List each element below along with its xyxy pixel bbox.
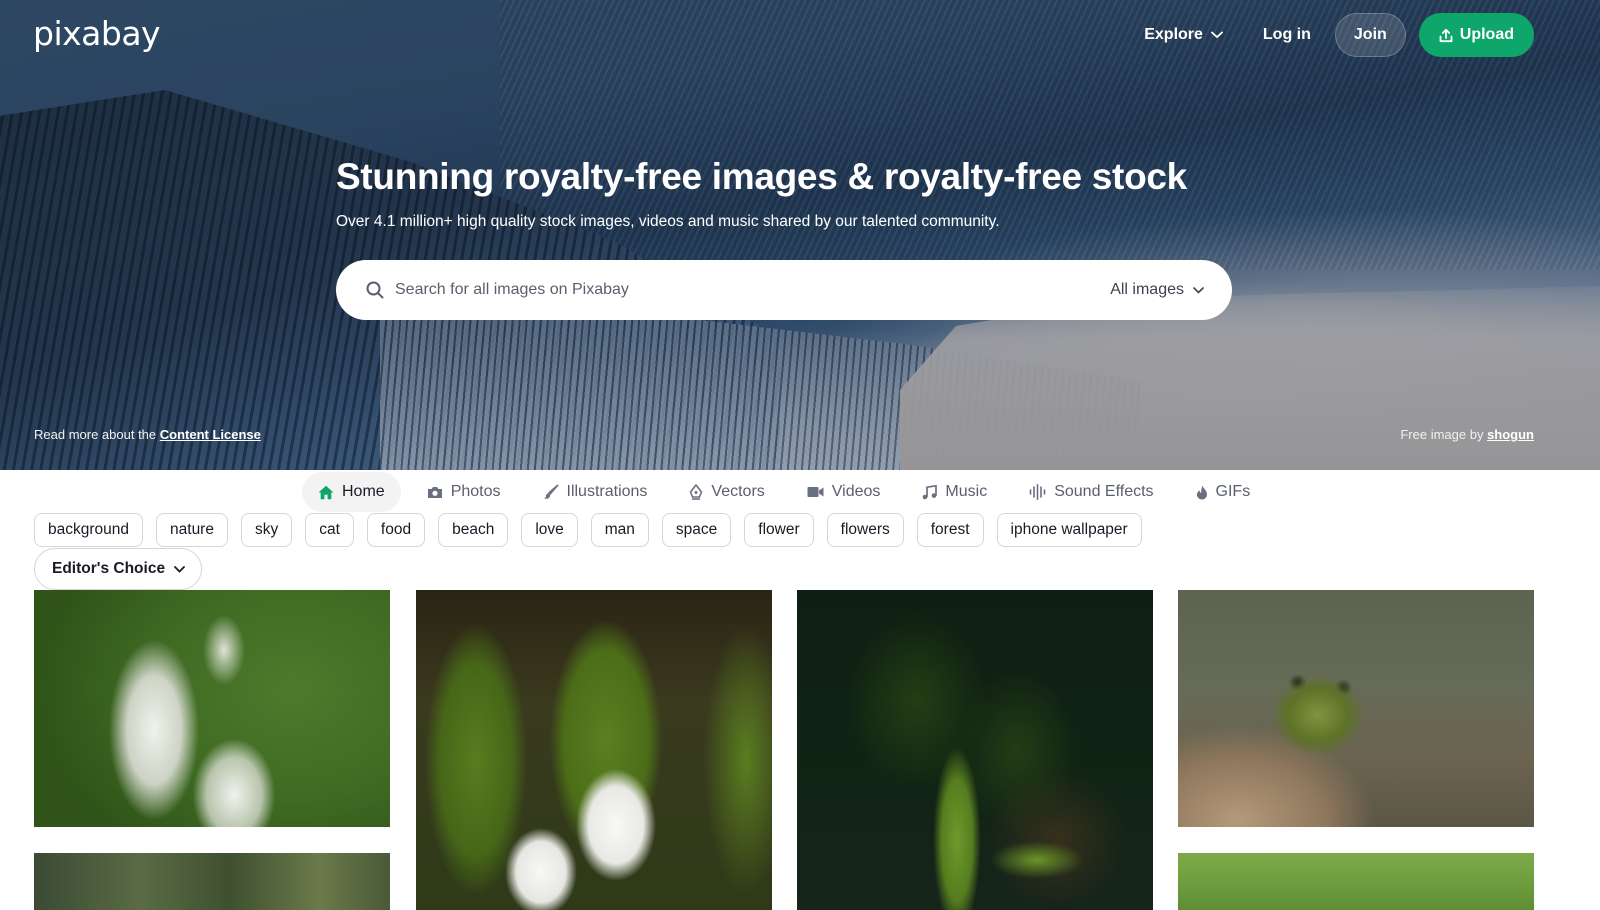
tab-vectors[interactable]: Vectors	[673, 472, 780, 512]
home-icon	[318, 485, 334, 499]
chevron-down-icon	[1193, 286, 1204, 294]
tab-label: Photos	[450, 483, 501, 500]
photo-thumbnail-forest[interactable]	[34, 853, 390, 910]
popular-tags: background nature sky cat food beach lov…	[34, 513, 1155, 547]
tab-sound-effects[interactable]: Sound Effects	[1013, 472, 1169, 512]
tag-chip[interactable]: beach	[438, 513, 509, 547]
editors-choice-dropdown[interactable]: Editor's Choice	[34, 548, 203, 590]
photo-thumbnail-green-leaf[interactable]	[797, 590, 1153, 910]
tab-label: Illustrations	[566, 483, 648, 500]
photo-thumbnail-white-flowers[interactable]	[34, 590, 390, 827]
flame-icon	[1196, 485, 1207, 499]
search-input[interactable]	[395, 281, 1111, 299]
sound-wave-icon	[1029, 484, 1046, 500]
credit-author-link[interactable]: shogun	[1487, 427, 1534, 442]
tab-illustrations[interactable]: Illustrations	[527, 472, 664, 512]
tag-chip[interactable]: iphone wallpaper	[996, 513, 1142, 547]
join-button[interactable]: Join	[1334, 13, 1406, 57]
video-camera-icon	[807, 487, 824, 497]
hero-banner: pixabay Explore Log in Join Upload Stunn…	[0, 0, 1600, 470]
tab-label: Sound Effects	[1054, 483, 1154, 500]
tag-chip[interactable]: forest	[916, 513, 984, 547]
pen-nib-icon	[690, 484, 703, 500]
music-note-icon	[923, 484, 938, 499]
image-credit: Free image by shogun	[1400, 427, 1534, 442]
search-bar: All images	[336, 260, 1232, 320]
tab-label: Home	[342, 483, 385, 500]
tag-chip[interactable]: sky	[240, 513, 293, 547]
hero-title: Stunning royalty-free images & royalty-f…	[336, 156, 1187, 197]
content-license-link[interactable]: Content License	[160, 427, 261, 442]
login-link[interactable]: Log in	[1263, 26, 1311, 44]
media-type-tabs: Home Photos Illustrations Vectors Videos…	[302, 472, 1276, 512]
license-note: Read more about the Content License	[34, 427, 261, 442]
tab-music[interactable]: Music	[906, 472, 1003, 512]
credit-prefix: Free image by	[1400, 427, 1488, 442]
tag-chip[interactable]: love	[521, 513, 578, 547]
tag-chip[interactable]: background	[34, 513, 144, 547]
filter-label: Editor's Choice	[52, 560, 166, 577]
explore-label: Explore	[1144, 26, 1203, 43]
tab-label: GIFs	[1215, 483, 1251, 500]
license-prefix: Read more about the	[34, 427, 160, 442]
tab-videos[interactable]: Videos	[791, 472, 897, 512]
tab-label: Vectors	[711, 483, 765, 500]
explore-menu-button[interactable]: Explore	[1144, 26, 1223, 44]
tab-label: Videos	[831, 483, 881, 500]
search-icon[interactable]	[366, 281, 384, 299]
hero-subtitle: Over 4.1 million+ high quality stock ima…	[336, 213, 1000, 230]
top-nav: Explore Log in Join Upload	[1144, 13, 1534, 57]
tab-label: Music	[945, 483, 988, 500]
camera-icon	[427, 486, 442, 498]
upload-icon	[1439, 28, 1453, 42]
tab-photos[interactable]: Photos	[411, 472, 517, 512]
pixabay-logo[interactable]: pixabay	[33, 14, 161, 53]
tag-chip[interactable]: cat	[305, 513, 354, 547]
tag-chip[interactable]: space	[661, 513, 732, 547]
photo-thumbnail-frog[interactable]	[1178, 590, 1534, 827]
brush-icon	[543, 484, 559, 499]
chevron-down-icon	[1211, 31, 1223, 39]
tag-chip[interactable]: flower	[744, 513, 814, 547]
media-type-dropdown[interactable]: All images	[1110, 281, 1204, 299]
photo-thumbnail-plumeria[interactable]	[416, 590, 772, 910]
tag-chip[interactable]: flowers	[826, 513, 904, 547]
tag-chip[interactable]: man	[590, 513, 649, 547]
tag-chip[interactable]: food	[366, 513, 426, 547]
photo-thumbnail-grass[interactable]	[1178, 853, 1534, 910]
tab-home[interactable]: Home	[302, 472, 401, 512]
chevron-down-icon	[174, 565, 185, 573]
upload-button[interactable]: Upload	[1418, 13, 1534, 57]
tab-gifs[interactable]: GIFs	[1180, 472, 1267, 512]
media-type-selected: All images	[1110, 281, 1184, 298]
upload-label: Upload	[1459, 26, 1514, 43]
tag-chip[interactable]: nature	[156, 513, 228, 547]
